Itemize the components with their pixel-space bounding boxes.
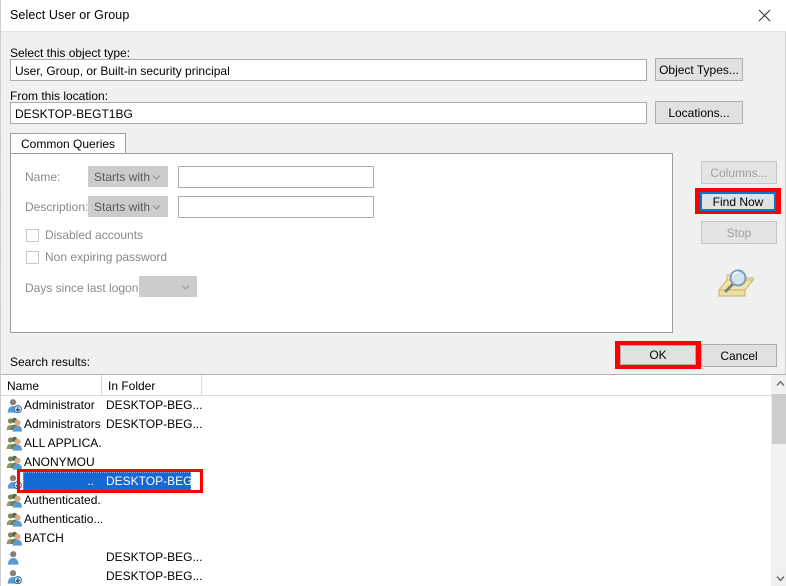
table-row[interactable]: ANONYMOU [1,453,771,472]
scrollbar-thumb[interactable] [772,394,786,444]
group-icon [6,436,22,451]
chevron-down-icon [152,202,161,211]
column-header-in-folder[interactable]: In Folder [102,375,202,396]
cell-name: ALL APPLICA... [24,436,102,450]
table-row[interactable]: DESKTOP-BEG... [1,567,771,586]
group-icon [6,455,22,470]
table-row[interactable]: Administrators DESKTOP-BEG... [1,415,771,434]
tab-common-queries[interactable]: Common Queries [10,133,127,154]
user-arrow-icon [6,569,22,585]
non-expiring-password-label: Non expiring password [45,250,168,264]
object-type-label: Select this object type: [10,46,131,60]
chevron-up-icon[interactable] [772,375,786,392]
cancel-button[interactable]: Cancel [701,344,777,367]
find-now-button[interactable]: Find Now [700,192,776,211]
group-icon [6,417,22,432]
object-type-field[interactable]: User, Group, or Built-in security princi… [10,59,647,81]
user-arrow-icon [6,398,22,414]
window-title: Select User or Group [10,8,130,22]
search-results-listview: Name In Folder Administrator DESKTOP-BEG.… [1,374,786,586]
cell-in-folder: DESKTOP-BEG... [106,398,202,412]
non-expiring-password-checkbox[interactable] [26,251,39,264]
cell-in-folder [106,454,202,471]
table-row[interactable]: Administrator DESKTOP-BEG... [1,396,771,415]
cell-in-folder [106,530,202,547]
cell-name [24,549,102,566]
user-icon [6,550,22,565]
stop-button[interactable]: Stop [701,221,777,244]
columns-button[interactable]: Columns... [701,161,777,184]
days-since-last-logon-select[interactable] [139,276,197,297]
description-operator-select[interactable]: Starts with [88,196,168,217]
name-operator-select[interactable]: Starts with [88,166,168,187]
search-results-label: Search results: [10,355,91,369]
chevron-down-icon [181,282,190,291]
disabled-accounts-checkbox[interactable] [26,229,39,242]
cell-name: BATCH [24,531,64,545]
cell-in-folder [106,492,202,509]
close-icon[interactable] [741,0,786,31]
cell-in-folder: DESKTOP-BEG... [106,550,202,564]
description-label: Description: [25,200,89,214]
table-row[interactable]: Authenticatio... [1,510,771,529]
location-field[interactable]: DESKTOP-BEGT1BG [10,102,647,124]
table-row[interactable]: BATCH [1,529,771,548]
table-row[interactable]: ALL APPLICA... [1,434,771,453]
cell-in-folder: DESKTOP-BEG... [106,417,202,431]
tab-strip: Common Queries [10,133,673,154]
cell-in-folder: DESKTOP-BEG... [106,474,202,488]
title-bar: Select User or Group [1,0,786,32]
cell-name: Administrator [24,398,95,412]
cell-in-folder [106,435,202,452]
result-rows: Administrator DESKTOP-BEG... Administrator… [1,396,771,586]
days-since-last-logon-label: Days since last logon: [25,281,142,295]
name-input[interactable] [178,166,374,188]
object-types-button[interactable]: Object Types... [655,58,743,81]
cell-name: Authenticated... [24,493,102,507]
name-operator-value: Starts with [94,169,151,184]
ok-button[interactable]: OK [620,345,696,365]
cell-name: .. [87,474,94,488]
cell-in-folder: DESKTOP-BEG... [106,569,202,583]
magnifier-folder-icon [713,266,757,302]
column-header-blank[interactable] [202,375,771,396]
chevron-down-icon[interactable] [772,570,786,586]
cell-name: Authenticatio... [24,512,102,526]
name-label: Name: [25,170,61,184]
group-icon [6,531,22,546]
cell-name: Administrators [24,417,101,431]
chevron-down-icon [152,172,161,181]
locations-button[interactable]: Locations... [655,101,743,124]
user-arrow-icon [6,474,22,490]
list-column-headers: Name In Folder [1,375,771,396]
select-user-or-group-dialog: Select User or Group Select this object … [0,0,786,586]
group-icon [6,512,22,527]
table-row-selected[interactable]: .. DESKTOP-BEG... [1,472,771,491]
disabled-accounts-label: Disabled accounts [45,228,144,242]
cell-name: ANONYMOU [24,455,95,469]
cell-in-folder [106,511,202,528]
description-input[interactable] [178,196,374,218]
table-row[interactable]: DESKTOP-BEG... [1,548,771,567]
group-icon [6,493,22,508]
column-header-name[interactable]: Name [1,375,102,396]
table-row[interactable]: Authenticated... [1,491,771,510]
results-scrollbar[interactable] [771,375,786,586]
description-operator-value: Starts with [94,199,151,214]
location-label: From this location: [10,89,109,103]
cell-name [24,568,102,585]
